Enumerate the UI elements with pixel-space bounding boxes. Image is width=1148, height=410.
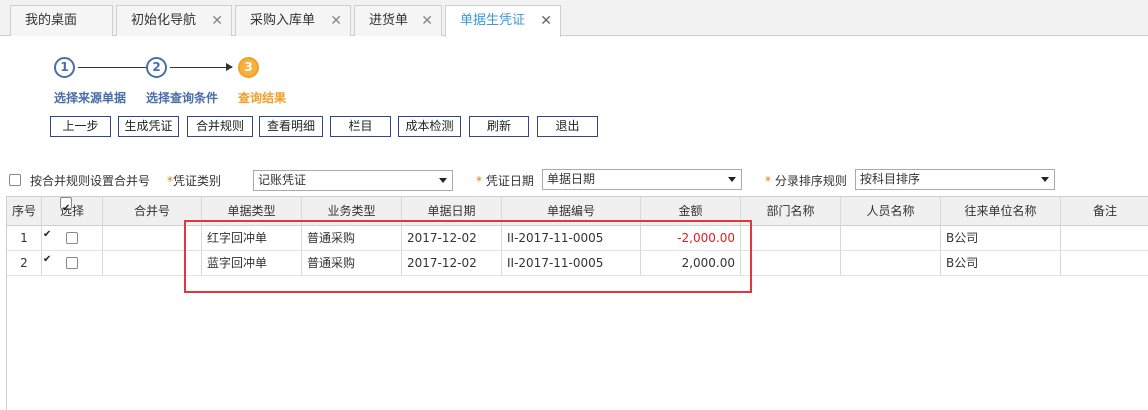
header-select[interactable]: 选择 (42, 197, 103, 225)
view-details-button[interactable]: 查看明细 (259, 116, 323, 137)
cell-doc-type: 红字回冲单 (202, 226, 302, 250)
tab-label: 我的桌面 (25, 13, 78, 28)
header-biz-type[interactable]: 业务类型 (302, 197, 402, 225)
header-doc-date[interactable]: 单据日期 (402, 197, 502, 225)
result-grid: 序号 选择 合并号 单据类型 业务类型 单据日期 单据编号 金额 部门名称 人员… (6, 196, 1148, 410)
dropdown-caret-icon (439, 178, 447, 183)
cell-dept (741, 251, 841, 275)
close-icon[interactable]: ✕ (540, 6, 552, 36)
step-arrow (78, 63, 155, 71)
cost-check-button[interactable]: 成本检测 (398, 116, 461, 137)
row-checkbox[interactable] (66, 231, 78, 244)
dropdown-caret-icon (728, 177, 736, 182)
generate-voucher-button[interactable]: 生成凭证 (118, 116, 179, 137)
sort-rule-select[interactable]: 按科目排序 (855, 169, 1055, 190)
required-mark: * (765, 174, 771, 188)
header-amount[interactable]: 金额 (641, 197, 741, 225)
tab-doc-to-voucher[interactable]: 单据生凭证 ✕ (445, 5, 561, 37)
step-1-label[interactable]: 选择来源单据 (54, 89, 126, 106)
grid-header: 序号 选择 合并号 单据类型 业务类型 单据日期 单据编号 金额 部门名称 人员… (7, 197, 1148, 226)
voucher-date-value: 单据日期 (547, 172, 596, 186)
tab-init-nav[interactable]: 初始化导航 ✕ (116, 5, 232, 36)
table-row[interactable]: 2 蓝字回冲单 普通采购 2017-12-02 II-2017-11-0005 … (7, 251, 1148, 276)
merge-by-rule-label: 按合并规则设置合并号 (30, 174, 151, 188)
prev-step-button[interactable]: 上一步 (50, 116, 111, 137)
header-partner[interactable]: 往来单位名称 (941, 197, 1061, 225)
header-note[interactable]: 备注 (1061, 197, 1148, 225)
cell-note (1061, 251, 1148, 275)
voucher-type-value: 记账凭证 (258, 173, 307, 187)
tab-label: 单据生凭证 (460, 13, 526, 28)
cell-doc-type: 蓝字回冲单 (202, 251, 302, 275)
row-checkbox[interactable] (66, 256, 78, 269)
columns-button[interactable]: 栏目 (330, 116, 391, 137)
exit-button[interactable]: 退出 (537, 116, 598, 137)
step-3-circle: 3 (238, 57, 259, 78)
tab-label: 初始化导航 (131, 13, 197, 28)
cell-partner: B公司 (941, 251, 1061, 275)
cell-doc-date: 2017-12-02 (402, 251, 502, 275)
refresh-button[interactable]: 刷新 (469, 116, 529, 137)
voucher-type-select[interactable]: 记账凭证 (253, 170, 453, 191)
tab-label: 进货单 (369, 13, 409, 28)
close-icon[interactable]: ✕ (211, 6, 223, 36)
merge-by-rule-checkbox[interactable] (9, 174, 21, 186)
voucher-type-label: *凭证类别 (167, 172, 221, 189)
cell-partner: B公司 (941, 226, 1061, 250)
step-2-circle: 2 (146, 57, 167, 78)
voucher-type-label-text: 凭证类别 (173, 174, 222, 188)
cell-merge-no[interactable] (103, 251, 202, 275)
voucher-date-select[interactable]: 单据日期 (542, 169, 742, 190)
select-all-checkbox[interactable] (59, 197, 72, 223)
header-doc-type[interactable]: 单据类型 (202, 197, 302, 225)
tab-purchase-order[interactable]: 进货单 ✕ (354, 5, 442, 36)
step-2-label[interactable]: 选择查询条件 (146, 89, 218, 106)
close-icon[interactable]: ✕ (421, 6, 433, 36)
cell-doc-no[interactable]: II-2017-11-0005 (502, 226, 641, 250)
header-doc-no[interactable]: 单据编号 (502, 197, 641, 225)
cell-select[interactable] (42, 251, 103, 275)
tab-label: 采购入库单 (250, 13, 316, 28)
voucher-date-label: * 凭证日期 (476, 172, 534, 189)
cell-biz-type: 普通采购 (302, 226, 402, 250)
voucher-date-label-text: 凭证日期 (485, 174, 534, 188)
cell-select[interactable] (42, 226, 103, 250)
tab-purchase-receipt[interactable]: 采购入库单 ✕ (235, 5, 351, 36)
cell-index: 2 (7, 251, 42, 275)
close-icon[interactable]: ✕ (330, 6, 342, 36)
header-dept[interactable]: 部门名称 (741, 197, 841, 225)
dropdown-caret-icon (1041, 177, 1049, 182)
header-person[interactable]: 人员名称 (841, 197, 941, 225)
table-row[interactable]: 1 红字回冲单 普通采购 2017-12-02 II-2017-11-0005 … (7, 226, 1148, 251)
tab-bar: 我的桌面 初始化导航 ✕ 采购入库单 ✕ 进货单 ✕ 单据生凭证 ✕ (0, 0, 1148, 37)
cell-person (841, 226, 941, 250)
header-index[interactable]: 序号 (7, 197, 42, 225)
cell-index: 1 (7, 226, 42, 250)
cell-merge-no[interactable] (103, 226, 202, 250)
tab-my-desktop[interactable]: 我的桌面 (10, 5, 113, 36)
cell-amount: -2,000.00 (641, 226, 741, 250)
cell-note (1061, 226, 1148, 250)
cell-doc-no[interactable]: II-2017-11-0005 (502, 251, 641, 275)
sort-rule-label: * 分录排序规则 (765, 172, 847, 189)
required-mark: * (476, 174, 482, 188)
cell-biz-type: 普通采购 (302, 251, 402, 275)
step-arrow (170, 63, 233, 71)
merge-rules-button[interactable]: 合并规则 (187, 116, 253, 137)
sort-rule-label-text: 分录排序规则 (774, 174, 847, 188)
cell-person (841, 251, 941, 275)
cell-amount: 2,000.00 (641, 251, 741, 275)
sort-rule-value: 按科目排序 (860, 172, 921, 186)
header-merge-no[interactable]: 合并号 (103, 197, 202, 225)
cell-dept (741, 226, 841, 250)
step-3-label: 查询结果 (238, 91, 287, 105)
cell-doc-date: 2017-12-02 (402, 226, 502, 250)
step-1-circle: 1 (54, 57, 75, 78)
